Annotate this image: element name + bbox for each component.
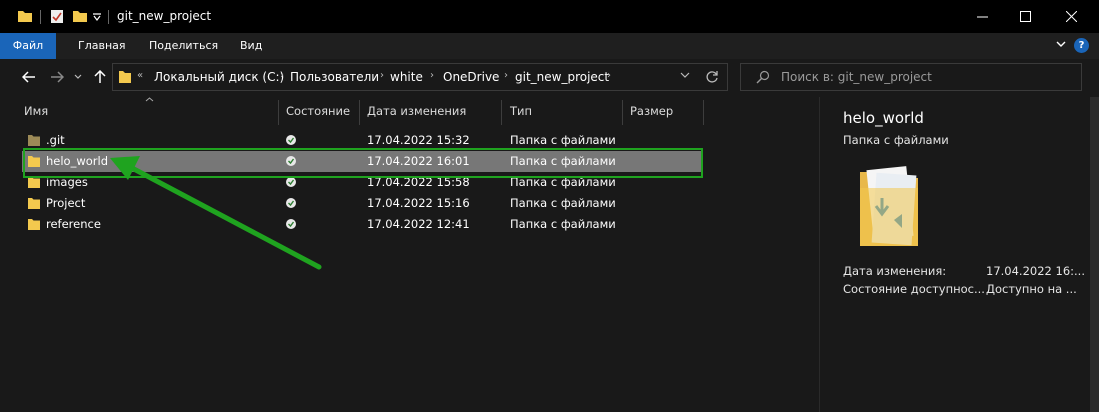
maximize-icon [1019, 11, 1031, 22]
breadcrumb-local-disk[interactable]: Локальный диск (C:) [154, 70, 284, 84]
help-icon[interactable]: ? [1074, 38, 1089, 53]
properties-icon[interactable] [50, 8, 64, 24]
column-divider[interactable] [278, 100, 279, 125]
close-icon [1065, 11, 1077, 22]
search-icon [756, 70, 770, 84]
details-availability-label: Состояние доступнос... [843, 282, 985, 296]
close-button[interactable] [1048, 0, 1094, 33]
tab-home[interactable]: Главная [68, 33, 136, 59]
file-type: Папка с файлами [510, 196, 616, 210]
pane-divider[interactable] [819, 97, 820, 412]
breadcrumb-current[interactable]: git_new_project [515, 70, 609, 84]
refresh-icon[interactable] [705, 70, 719, 84]
folder-icon [119, 71, 131, 83]
details-title: helo_world [843, 109, 924, 127]
minimize-icon [976, 16, 988, 18]
details-availability-value: Доступно на ... [986, 282, 1077, 296]
back-button[interactable] [20, 68, 38, 86]
file-type: Папка с файлами [510, 217, 616, 231]
folder-with-vscode-files-icon [860, 166, 918, 246]
window-title: git_new_project [117, 9, 212, 23]
background-window-strip [1090, 97, 1099, 412]
folder-icon[interactable] [17, 8, 33, 24]
arrow-up-icon [94, 70, 106, 83]
details-subtitle: Папка с файлами [843, 133, 949, 147]
forward-button[interactable] [48, 68, 66, 86]
title-divider [108, 10, 109, 24]
minimize-button[interactable] [959, 0, 1005, 33]
address-history-icon[interactable] [680, 72, 690, 80]
breadcrumb-onedrive[interactable]: OneDrive [443, 70, 499, 84]
chevron-right-icon[interactable]: › [504, 70, 508, 81]
chevron-right-icon[interactable]: › [607, 70, 611, 81]
column-divider[interactable] [359, 100, 360, 125]
tab-share[interactable]: Поделиться [139, 33, 228, 59]
breadcrumb-users[interactable]: Пользователи [290, 70, 379, 84]
file-type: Папка с файлами [510, 133, 616, 147]
expand-ribbon-icon[interactable] [1056, 41, 1066, 49]
column-header-size[interactable]: Размер [630, 104, 673, 124]
column-header-date[interactable]: Дата изменения [367, 104, 466, 124]
toolbar-divider [40, 10, 41, 24]
search-input[interactable]: Поиск в: git_new_project [781, 70, 932, 84]
file-date: 17.04.2022 12:41 [367, 217, 470, 231]
customize-toolbar-icon[interactable] [93, 13, 101, 21]
column-divider[interactable] [501, 100, 502, 125]
breadcrumb-overflow[interactable]: « [137, 70, 143, 81]
new-folder-icon[interactable] [72, 8, 88, 24]
file-name: Project [46, 196, 86, 210]
synced-status-icon [286, 135, 296, 145]
chevron-right-icon[interactable]: › [280, 70, 284, 81]
column-divider[interactable] [622, 100, 623, 125]
up-button[interactable] [91, 68, 109, 86]
chevron-right-icon[interactable]: › [380, 70, 384, 81]
arrow-right-icon [51, 71, 64, 83]
folder-icon [28, 135, 40, 146]
folder-icon [28, 198, 40, 209]
chevron-right-icon[interactable]: › [430, 70, 434, 81]
column-header-status[interactable]: Состояние [286, 104, 350, 124]
file-name: reference [46, 217, 101, 231]
annotation-arrow-icon [110, 156, 322, 270]
file-date: 17.04.2022 15:32 [367, 133, 470, 147]
column-divider[interactable] [703, 100, 704, 125]
column-header-type[interactable]: Тип [510, 104, 532, 124]
arrow-left-icon [22, 71, 35, 83]
recent-locations-icon[interactable] [74, 74, 82, 80]
details-date-value: 17.04.2022 16:... [986, 264, 1085, 278]
maximize-button[interactable] [1002, 0, 1048, 33]
column-header-name[interactable]: Имя [24, 104, 48, 124]
folder-icon [28, 219, 40, 230]
breadcrumb-white[interactable]: white [390, 70, 423, 84]
tab-view[interactable]: Вид [230, 33, 272, 59]
tab-file[interactable]: Файл [0, 33, 56, 59]
details-date-label: Дата изменения: [843, 264, 947, 278]
file-date: 17.04.2022 15:16 [367, 196, 470, 210]
sort-ascending-icon [145, 97, 154, 102]
file-name: .git [46, 133, 65, 147]
